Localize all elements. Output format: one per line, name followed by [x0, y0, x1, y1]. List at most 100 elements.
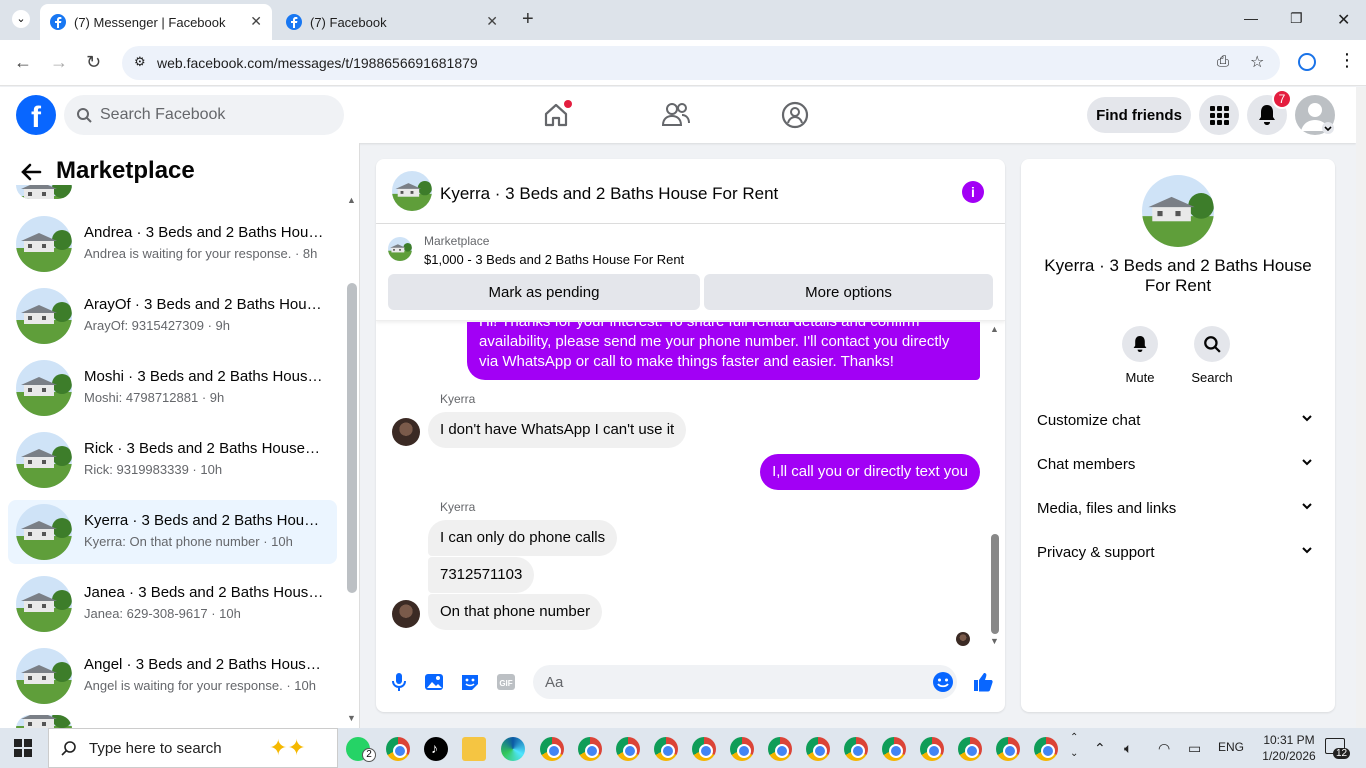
search-conversation-button[interactable]: Search	[1182, 326, 1242, 385]
chrome-icon[interactable]	[386, 737, 410, 761]
groups-icon[interactable]	[779, 99, 811, 131]
search-icon	[1204, 336, 1221, 353]
emoji-icon[interactable]	[932, 671, 954, 693]
profile-avatar-icon	[1301, 103, 1334, 134]
microphone-icon[interactable]	[388, 671, 410, 693]
page-scrollbar[interactable]	[1356, 87, 1366, 728]
chrome-profile-icon[interactable]	[692, 737, 716, 761]
back-arrow-icon[interactable]	[20, 161, 42, 183]
file-explorer-icon[interactable]	[462, 737, 486, 761]
back-icon[interactable]: ←	[14, 52, 32, 73]
clock[interactable]: 10:31 PM 1/20/2026	[1254, 732, 1324, 764]
find-friends-button[interactable]: Find friends	[1087, 97, 1191, 133]
scroll-down-arrow-icon[interactable]: ▼	[990, 636, 999, 646]
listing-title[interactable]: $1,000 - 3 Beds and 2 Baths House For Re…	[424, 252, 684, 267]
windows-start-icon[interactable]	[14, 739, 32, 757]
chrome-profile-icon[interactable]	[1034, 737, 1058, 761]
conversation-rick[interactable]: Rick · 3 Beds and 2 Baths House For Rent…	[8, 428, 337, 492]
chrome-profile-icon[interactable]	[730, 737, 754, 761]
customize-chat-section[interactable]: Customize chat	[1037, 412, 1319, 429]
wifi-icon[interactable]: ◠	[1158, 740, 1170, 757]
scroll-up-arrow-icon[interactable]: ▲	[990, 324, 999, 334]
media-files-links-section[interactable]: Media, files and links	[1037, 500, 1319, 517]
close-tab-icon[interactable]: ✕	[486, 13, 498, 30]
tiktok-icon[interactable]: ♪	[424, 737, 448, 761]
profile-icon[interactable]	[1298, 53, 1316, 71]
address-bar[interactable]: ⚙ web.facebook.com/messages/t/1988656691…	[122, 46, 1280, 80]
conversation-angel[interactable]: Angel · 3 Beds and 2 Baths House For Ren…	[8, 644, 337, 708]
install-app-icon[interactable]: ⎙	[1217, 53, 1229, 70]
home-icon[interactable]	[540, 99, 572, 131]
tab-search-icon[interactable]: ⌄	[12, 10, 30, 28]
incoming-message: I can only do phone calls	[428, 520, 618, 556]
scroll-up-arrow-icon[interactable]: ▲	[347, 195, 356, 205]
facebook-logo[interactable]: f	[16, 95, 56, 135]
chat-title[interactable]: Kyerra · 3 Beds and 2 Baths House For Re…	[440, 184, 778, 204]
menu-grid-button[interactable]	[1199, 95, 1239, 135]
house-photo-icon	[16, 185, 72, 199]
info-icon[interactable]: i	[962, 181, 984, 203]
conversation-kyerra[interactable]: Kyerra · 3 Beds and 2 Baths House For Re…	[8, 500, 337, 564]
bookmark-star-icon[interactable]: ☆	[1250, 52, 1264, 72]
show-hidden-icons[interactable]: ⌃ ⌄	[1070, 730, 1078, 762]
chrome-profile-icon[interactable]	[540, 737, 564, 761]
conversation-preview: Janea: 629-308-9617 · 10h	[84, 606, 241, 621]
chat-scrollbar[interactable]	[991, 534, 999, 634]
close-window-icon[interactable]: ✕	[1337, 10, 1350, 30]
chrome-profile-icon[interactable]	[806, 737, 830, 761]
conversation-avatar[interactable]	[1142, 175, 1214, 247]
conversation-andrea[interactable]: Andrea · 3 Beds and 2 Baths House For Re…	[8, 212, 337, 276]
volume-icon[interactable]: 🔈︎	[1124, 740, 1132, 757]
gif-icon[interactable]: GIF	[495, 671, 517, 693]
sticker-icon[interactable]	[459, 671, 481, 693]
chevron-up-icon[interactable]: ⌃	[1094, 740, 1106, 757]
conversation-name: Kyerra · 3 Beds and 2 Baths House For Re…	[1044, 256, 1312, 295]
like-thumbs-up-icon[interactable]	[972, 671, 994, 693]
friends-icon[interactable]	[660, 99, 692, 131]
tab-messenger[interactable]: (7) Messenger | Facebook ✕	[40, 4, 272, 40]
language-indicator[interactable]: ENG	[1218, 740, 1244, 754]
mute-button[interactable]: Mute	[1110, 326, 1170, 385]
close-tab-icon[interactable]: ✕	[250, 13, 262, 30]
reload-icon[interactable]: ↻	[86, 52, 101, 73]
taskbar-search-input[interactable]: Type here to search ✦✦	[48, 728, 338, 768]
forward-icon[interactable]: →	[50, 52, 68, 73]
maximize-icon[interactable]: ❐	[1290, 10, 1303, 27]
minimize-icon[interactable]: —	[1244, 10, 1258, 26]
chrome-profile-icon[interactable]	[768, 737, 792, 761]
more-options-button[interactable]: More options	[704, 274, 993, 310]
conversation-janea[interactable]: Janea · 3 Beds and 2 Baths House For Ren…	[8, 572, 337, 636]
privacy-support-section[interactable]: Privacy & support	[1037, 544, 1319, 561]
chevron-down-icon	[1302, 459, 1312, 466]
photo-icon[interactable]	[423, 671, 445, 693]
incoming-message: 7312571103	[428, 557, 535, 593]
chrome-profile-icon[interactable]	[844, 737, 868, 761]
sidebar-scrollbar[interactable]	[347, 283, 357, 593]
chat-avatar[interactable]	[392, 171, 432, 211]
sender-avatar[interactable]	[392, 600, 420, 628]
conversation-moshi[interactable]: Moshi · 3 Beds and 2 Baths House For Ren…	[8, 356, 337, 420]
house-photo-icon	[16, 288, 72, 344]
conversation-arayof[interactable]: ArayOf · 3 Beds and 2 Baths House For Re…	[8, 284, 337, 348]
chat-members-section[interactable]: Chat members	[1037, 456, 1319, 473]
tab-facebook[interactable]: (7) Facebook ✕	[276, 4, 508, 40]
message-input[interactable]: Aa	[533, 665, 957, 699]
account-avatar[interactable]	[1295, 95, 1335, 135]
chrome-profile-icon[interactable]	[958, 737, 982, 761]
facebook-search-input[interactable]: Search Facebook	[64, 95, 344, 135]
site-info-icon[interactable]: ⚙	[134, 54, 146, 70]
sender-avatar[interactable]	[392, 418, 420, 446]
chrome-profile-icon[interactable]	[578, 737, 602, 761]
chrome-profile-icon[interactable]	[654, 737, 678, 761]
chrome-profile-icon[interactable]	[616, 737, 640, 761]
mark-as-pending-button[interactable]: Mark as pending	[388, 274, 700, 310]
chrome-profile-icon[interactable]	[882, 737, 906, 761]
menu-kebab-icon[interactable]: ⋮	[1338, 50, 1356, 71]
listing-thumbnail[interactable]	[388, 237, 412, 261]
scroll-down-arrow-icon[interactable]: ▼	[347, 713, 356, 723]
new-tab-icon[interactable]: +	[522, 8, 534, 31]
edge-icon[interactable]	[501, 737, 525, 761]
battery-icon[interactable]: ▭	[1188, 740, 1201, 757]
chrome-profile-icon[interactable]	[996, 737, 1020, 761]
chrome-profile-icon[interactable]	[920, 737, 944, 761]
